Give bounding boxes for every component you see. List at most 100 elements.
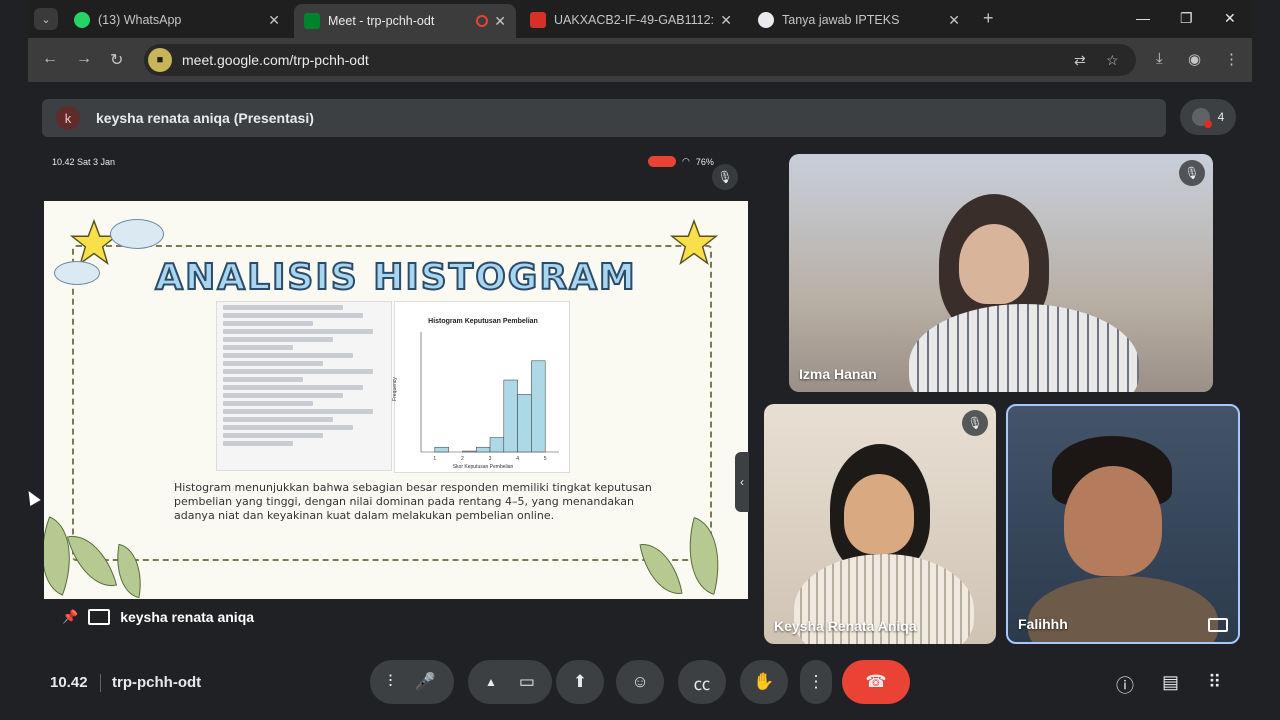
battery-level: 76% (695, 156, 714, 167)
presentation-title: keysha renata aniqa (Presentasi) (96, 110, 314, 126)
tab-label: (13) WhatsApp (98, 13, 182, 27)
more-vert-icon: ⋮ (807, 672, 825, 691)
tab-search-icon[interactable]: ⌄ (34, 8, 58, 30)
camera-site-icon[interactable]: ■ (148, 48, 172, 72)
whatsapp-icon (74, 12, 90, 28)
participant-tile[interactable]: 🎙 Keysha Renata Aniqa (764, 404, 996, 644)
meet-stage: k keysha renata aniqa (Presentasi) 4 10.… (28, 82, 1252, 720)
x-tick-label: 4 (516, 456, 519, 462)
back-icon[interactable]: ← (42, 50, 58, 68)
shared-screen-clock: 10.42 Sat 3 Jan (52, 157, 116, 167)
audio-level-icon[interactable]: ⫶ (388, 672, 392, 692)
presentation-banner: k keysha renata aniqa (Presentasi) (42, 99, 1166, 137)
close-icon[interactable]: ✕ (268, 12, 280, 29)
new-tab-icon[interactable]: + (983, 8, 994, 29)
x-tick-label: 1 (433, 456, 436, 462)
histogram-bar (462, 450, 477, 453)
captions-button[interactable]: ㏄ (678, 660, 726, 704)
screen-record-icon (648, 156, 676, 167)
window-close-icon[interactable]: ✕ (1224, 10, 1236, 27)
audio-controls: ⫶ 🎤 (370, 660, 454, 704)
reload-icon[interactable]: ↻ (110, 50, 123, 70)
tab-classroom[interactable]: UAKXACB2-IF-49-GAB1112: Tu ✕ (520, 4, 742, 36)
video-controls: ▲ ▭ (468, 660, 552, 704)
screen-share-icon (88, 609, 111, 625)
histogram-bar (517, 394, 532, 453)
hand-icon: ✋ (753, 672, 775, 691)
browser-window: ⌄ (13) WhatsApp ✕ Meet - trp-pchh-odt ✕ … (23, 0, 1252, 720)
forward-icon[interactable]: → (76, 50, 92, 68)
tab-chatgpt[interactable]: Tanya jawab IPTEKS ✕ (748, 4, 970, 36)
participant-name: Keysha Renata Aniqa (774, 618, 917, 634)
captions-icon: ㏄ (693, 674, 711, 694)
x-tick-label: 5 (544, 456, 547, 462)
hang-up-icon: ☎ (865, 672, 887, 691)
address-bar[interactable]: ■ meet.google.com/trp-pchh-odt ⇄ ☆ (144, 44, 1136, 76)
download-icon[interactable]: ⤓ (1156, 50, 1163, 67)
participants-button[interactable]: 4 (1180, 99, 1236, 135)
histogram-panel: Histogram Keputusan Pembelian 12345 Skor… (391, 301, 570, 473)
url-text: meet.google.com/trp-pchh-odt (182, 52, 369, 68)
x-tick-label: 3 (489, 456, 492, 462)
leave-call-button[interactable]: ☎ (842, 660, 910, 704)
picture-in-picture-icon[interactable] (1208, 618, 1228, 632)
meeting-clock: 10.42 (50, 674, 88, 691)
chart-y-label: Frequency (391, 377, 398, 401)
histogram-bar (503, 379, 518, 453)
pin-icon[interactable]: 📌 (62, 609, 78, 625)
participant-tile[interactable]: Falihhh (1006, 404, 1240, 644)
wifi-icon: ◠ (682, 156, 690, 166)
muted-mic-icon: 🎙 (1179, 160, 1205, 186)
apps-grid-icon[interactable]: ⠿ (1208, 672, 1221, 693)
meet-icon (304, 13, 320, 29)
presenter-avatar: k (56, 106, 80, 130)
histogram-bar (489, 437, 505, 453)
present-button[interactable]: ⬆ (556, 660, 604, 704)
chart-x-label: Skor Keputusan Pembelian (452, 464, 514, 470)
cloud-decoration (110, 219, 164, 249)
tab-whatsapp[interactable]: (13) WhatsApp ✕ (64, 4, 290, 36)
collapse-chevron-icon[interactable]: ‹ (735, 452, 749, 512)
profile-icon[interactable]: ◉ (1188, 50, 1201, 68)
restore-icon[interactable]: ❐ (1180, 10, 1193, 27)
muted-mic-icon: 🎙 (962, 410, 988, 436)
recording-icon (476, 15, 489, 27)
more-options-button[interactable]: ⋮ (800, 660, 832, 704)
reactions-button[interactable]: ☺ (616, 660, 664, 704)
chat-icon[interactable]: ▤ (1162, 672, 1179, 693)
participant-tile[interactable]: 🎙 Izma Hanan (789, 154, 1213, 392)
presenter-name: keysha renata aniqa (120, 609, 255, 625)
tab-label: UAKXACB2-IF-49-GAB1112: Tu (554, 13, 715, 27)
close-icon[interactable]: ✕ (494, 13, 506, 30)
histogram-bar (531, 360, 546, 453)
meeting-info-icon[interactable]: ⓘ (1116, 672, 1134, 698)
presenter-label: 📌 keysha renata aniqa (62, 609, 254, 625)
emoji-icon: ☺ (631, 672, 649, 691)
participant-name: Falihhh (1018, 616, 1068, 632)
shared-slide: ANALISIS HISTOGRAM Histogram Keputusan P… (44, 201, 748, 599)
close-icon[interactable]: ✕ (948, 12, 960, 29)
close-icon[interactable]: ✕ (720, 12, 732, 29)
tab-strip: ⌄ (13) WhatsApp ✕ Meet - trp-pchh-odt ✕ … (28, 0, 1252, 38)
muted-mic-icon: 🎙 (712, 164, 738, 190)
camera-icon[interactable]: ▭ (519, 672, 535, 692)
participants-icon (1191, 108, 1212, 128)
tab-meet[interactable]: Meet - trp-pchh-odt ✕ (294, 4, 516, 38)
mic-icon[interactable]: 🎤 (415, 672, 436, 692)
bookmark-star-icon[interactable]: ☆ (1106, 52, 1119, 69)
histogram-bar (434, 446, 449, 453)
raise-hand-button[interactable]: ✋ (740, 660, 788, 704)
present-screen-icon: ⬆ (572, 672, 588, 691)
tab-label: Meet - trp-pchh-odt (328, 14, 435, 28)
divider (100, 674, 101, 692)
rstudio-code-panel (216, 301, 392, 471)
slide-caption: Histogram menunjukkan bahwa sebagian bes… (174, 481, 652, 522)
translate-icon[interactable]: ⇄ (1074, 52, 1086, 69)
minimize-icon[interactable]: — (1136, 10, 1150, 26)
shared-screen-status: ◠ 76% (648, 156, 714, 167)
menu-icon[interactable]: ⋮ (1224, 50, 1239, 68)
classroom-icon (530, 12, 546, 28)
participants-count: 4 (1217, 110, 1225, 124)
chevron-up-icon[interactable]: ▲ (485, 675, 497, 689)
slide-title: ANALISIS HISTOGRAM (154, 256, 637, 299)
